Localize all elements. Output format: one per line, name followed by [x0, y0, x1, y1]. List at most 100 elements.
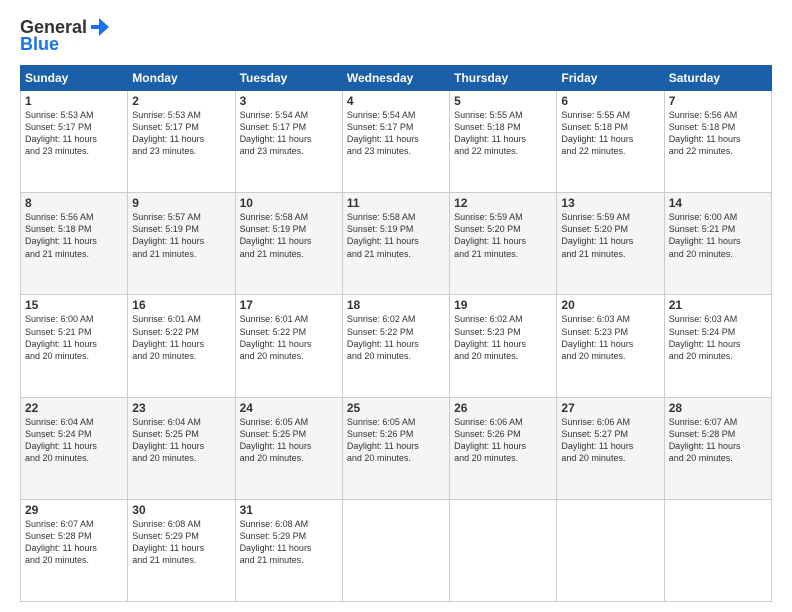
day-number: 6 — [561, 94, 659, 108]
calendar-cell: 6Sunrise: 5:55 AM Sunset: 5:18 PM Daylig… — [557, 91, 664, 193]
calendar-header-row: SundayMondayTuesdayWednesdayThursdayFrid… — [21, 66, 772, 91]
calendar-cell: 11Sunrise: 5:58 AM Sunset: 5:19 PM Dayli… — [342, 193, 449, 295]
calendar-cell: 25Sunrise: 6:05 AM Sunset: 5:26 PM Dayli… — [342, 397, 449, 499]
calendar-cell: 9Sunrise: 5:57 AM Sunset: 5:19 PM Daylig… — [128, 193, 235, 295]
day-info: Sunrise: 6:01 AM Sunset: 5:22 PM Dayligh… — [240, 313, 338, 362]
calendar-cell: 28Sunrise: 6:07 AM Sunset: 5:28 PM Dayli… — [664, 397, 771, 499]
day-info: Sunrise: 6:00 AM Sunset: 5:21 PM Dayligh… — [669, 211, 767, 260]
day-info: Sunrise: 6:00 AM Sunset: 5:21 PM Dayligh… — [25, 313, 123, 362]
day-number: 13 — [561, 196, 659, 210]
calendar-cell: 17Sunrise: 6:01 AM Sunset: 5:22 PM Dayli… — [235, 295, 342, 397]
day-info: Sunrise: 6:04 AM Sunset: 5:25 PM Dayligh… — [132, 416, 230, 465]
calendar-cell: 20Sunrise: 6:03 AM Sunset: 5:23 PM Dayli… — [557, 295, 664, 397]
day-number: 26 — [454, 401, 552, 415]
day-number: 17 — [240, 298, 338, 312]
calendar-cell: 15Sunrise: 6:00 AM Sunset: 5:21 PM Dayli… — [21, 295, 128, 397]
day-info: Sunrise: 6:05 AM Sunset: 5:25 PM Dayligh… — [240, 416, 338, 465]
day-info: Sunrise: 5:58 AM Sunset: 5:19 PM Dayligh… — [347, 211, 445, 260]
day-info: Sunrise: 6:08 AM Sunset: 5:29 PM Dayligh… — [240, 518, 338, 567]
day-number: 8 — [25, 196, 123, 210]
calendar-week-row: 1Sunrise: 5:53 AM Sunset: 5:17 PM Daylig… — [21, 91, 772, 193]
calendar-cell: 5Sunrise: 5:55 AM Sunset: 5:18 PM Daylig… — [450, 91, 557, 193]
day-number: 21 — [669, 298, 767, 312]
calendar-cell: 24Sunrise: 6:05 AM Sunset: 5:25 PM Dayli… — [235, 397, 342, 499]
day-number: 15 — [25, 298, 123, 312]
day-number: 2 — [132, 94, 230, 108]
day-number: 10 — [240, 196, 338, 210]
day-info: Sunrise: 6:02 AM Sunset: 5:23 PM Dayligh… — [454, 313, 552, 362]
day-number: 25 — [347, 401, 445, 415]
calendar-cell: 4Sunrise: 5:54 AM Sunset: 5:17 PM Daylig… — [342, 91, 449, 193]
calendar-cell — [664, 499, 771, 601]
day-info: Sunrise: 6:03 AM Sunset: 5:24 PM Dayligh… — [669, 313, 767, 362]
calendar-cell: 18Sunrise: 6:02 AM Sunset: 5:22 PM Dayli… — [342, 295, 449, 397]
calendar-week-row: 29Sunrise: 6:07 AM Sunset: 5:28 PM Dayli… — [21, 499, 772, 601]
calendar-cell: 7Sunrise: 5:56 AM Sunset: 5:18 PM Daylig… — [664, 91, 771, 193]
calendar-cell: 29Sunrise: 6:07 AM Sunset: 5:28 PM Dayli… — [21, 499, 128, 601]
day-info: Sunrise: 6:06 AM Sunset: 5:26 PM Dayligh… — [454, 416, 552, 465]
calendar-week-row: 8Sunrise: 5:56 AM Sunset: 5:18 PM Daylig… — [21, 193, 772, 295]
day-info: Sunrise: 5:56 AM Sunset: 5:18 PM Dayligh… — [25, 211, 123, 260]
day-number: 11 — [347, 196, 445, 210]
day-info: Sunrise: 6:07 AM Sunset: 5:28 PM Dayligh… — [669, 416, 767, 465]
weekday-header: Tuesday — [235, 66, 342, 91]
day-info: Sunrise: 5:58 AM Sunset: 5:19 PM Dayligh… — [240, 211, 338, 260]
day-number: 31 — [240, 503, 338, 517]
day-number: 16 — [132, 298, 230, 312]
day-number: 23 — [132, 401, 230, 415]
page: General Blue SundayMondayTuesdayWednesda… — [0, 0, 792, 612]
day-number: 4 — [347, 94, 445, 108]
logo: General Blue — [20, 16, 111, 55]
header: General Blue — [20, 16, 772, 55]
calendar-cell: 10Sunrise: 5:58 AM Sunset: 5:19 PM Dayli… — [235, 193, 342, 295]
logo-arrow-icon — [89, 16, 111, 38]
day-info: Sunrise: 6:01 AM Sunset: 5:22 PM Dayligh… — [132, 313, 230, 362]
calendar-cell: 22Sunrise: 6:04 AM Sunset: 5:24 PM Dayli… — [21, 397, 128, 499]
calendar-cell: 27Sunrise: 6:06 AM Sunset: 5:27 PM Dayli… — [557, 397, 664, 499]
day-number: 28 — [669, 401, 767, 415]
calendar-cell: 19Sunrise: 6:02 AM Sunset: 5:23 PM Dayli… — [450, 295, 557, 397]
calendar-cell: 13Sunrise: 5:59 AM Sunset: 5:20 PM Dayli… — [557, 193, 664, 295]
day-info: Sunrise: 6:06 AM Sunset: 5:27 PM Dayligh… — [561, 416, 659, 465]
calendar-cell: 16Sunrise: 6:01 AM Sunset: 5:22 PM Dayli… — [128, 295, 235, 397]
calendar-cell — [342, 499, 449, 601]
calendar-week-row: 22Sunrise: 6:04 AM Sunset: 5:24 PM Dayli… — [21, 397, 772, 499]
day-info: Sunrise: 6:02 AM Sunset: 5:22 PM Dayligh… — [347, 313, 445, 362]
day-info: Sunrise: 6:05 AM Sunset: 5:26 PM Dayligh… — [347, 416, 445, 465]
day-info: Sunrise: 5:56 AM Sunset: 5:18 PM Dayligh… — [669, 109, 767, 158]
weekday-header: Sunday — [21, 66, 128, 91]
calendar-cell: 12Sunrise: 5:59 AM Sunset: 5:20 PM Dayli… — [450, 193, 557, 295]
calendar-cell: 26Sunrise: 6:06 AM Sunset: 5:26 PM Dayli… — [450, 397, 557, 499]
calendar-cell: 30Sunrise: 6:08 AM Sunset: 5:29 PM Dayli… — [128, 499, 235, 601]
day-info: Sunrise: 5:57 AM Sunset: 5:19 PM Dayligh… — [132, 211, 230, 260]
calendar-cell: 1Sunrise: 5:53 AM Sunset: 5:17 PM Daylig… — [21, 91, 128, 193]
weekday-header: Monday — [128, 66, 235, 91]
day-number: 5 — [454, 94, 552, 108]
weekday-header: Wednesday — [342, 66, 449, 91]
day-number: 7 — [669, 94, 767, 108]
calendar-cell — [557, 499, 664, 601]
day-info: Sunrise: 5:59 AM Sunset: 5:20 PM Dayligh… — [454, 211, 552, 260]
day-info: Sunrise: 5:54 AM Sunset: 5:17 PM Dayligh… — [240, 109, 338, 158]
day-number: 1 — [25, 94, 123, 108]
day-number: 3 — [240, 94, 338, 108]
day-info: Sunrise: 6:03 AM Sunset: 5:23 PM Dayligh… — [561, 313, 659, 362]
day-info: Sunrise: 5:55 AM Sunset: 5:18 PM Dayligh… — [561, 109, 659, 158]
weekday-header: Thursday — [450, 66, 557, 91]
day-info: Sunrise: 5:53 AM Sunset: 5:17 PM Dayligh… — [25, 109, 123, 158]
day-info: Sunrise: 6:04 AM Sunset: 5:24 PM Dayligh… — [25, 416, 123, 465]
day-number: 9 — [132, 196, 230, 210]
day-number: 22 — [25, 401, 123, 415]
day-number: 30 — [132, 503, 230, 517]
calendar-cell: 2Sunrise: 5:53 AM Sunset: 5:17 PM Daylig… — [128, 91, 235, 193]
day-number: 19 — [454, 298, 552, 312]
day-number: 12 — [454, 196, 552, 210]
day-info: Sunrise: 6:08 AM Sunset: 5:29 PM Dayligh… — [132, 518, 230, 567]
day-info: Sunrise: 5:53 AM Sunset: 5:17 PM Dayligh… — [132, 109, 230, 158]
day-number: 29 — [25, 503, 123, 517]
day-info: Sunrise: 5:55 AM Sunset: 5:18 PM Dayligh… — [454, 109, 552, 158]
logo-text-blue: Blue — [20, 34, 59, 55]
day-number: 24 — [240, 401, 338, 415]
day-number: 27 — [561, 401, 659, 415]
day-info: Sunrise: 5:59 AM Sunset: 5:20 PM Dayligh… — [561, 211, 659, 260]
